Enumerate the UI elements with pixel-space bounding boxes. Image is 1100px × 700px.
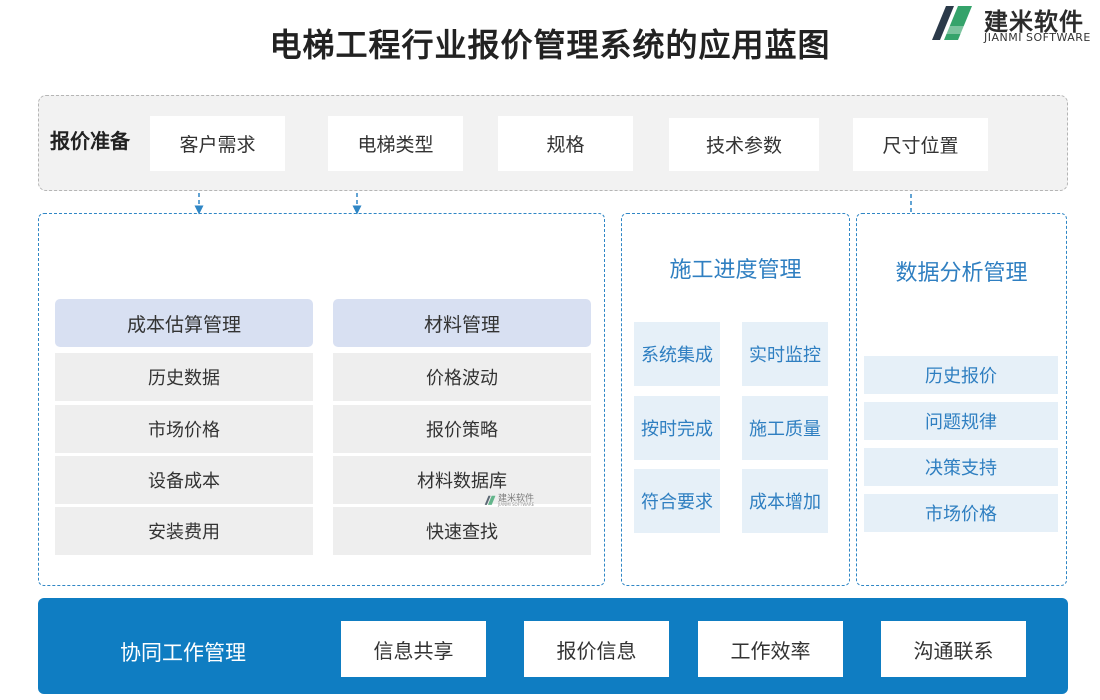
quote-prep-label: 报价准备 bbox=[50, 129, 130, 153]
analysis-item-decision-support: 决策支持 bbox=[864, 448, 1058, 486]
construction-title: 施工进度管理 bbox=[669, 258, 802, 283]
construction-item-system-integration: 系统集成 bbox=[634, 322, 720, 386]
cost-item-history: 历史数据 bbox=[55, 353, 313, 401]
prep-item-size-position: 尺寸位置 bbox=[853, 118, 988, 171]
collab-item-info-sharing: 信息共享 bbox=[341, 621, 486, 677]
construction-item-cost-increase: 成本增加 bbox=[742, 469, 828, 533]
collaboration-label: 协同工作管理 bbox=[120, 641, 246, 665]
brand-logo: 建米软件 JIANMI SOFTWARE bbox=[922, 0, 1100, 48]
material-item-quick-search: 快速查找 bbox=[333, 507, 591, 555]
construction-item-compliance: 符合要求 bbox=[634, 469, 720, 533]
prep-item-customer-needs: 客户需求 bbox=[150, 116, 285, 171]
material-management-header: 材料管理 bbox=[333, 299, 591, 347]
material-item-database: 材料数据库 bbox=[333, 456, 591, 504]
material-item-quote-strategy: 报价策略 bbox=[333, 405, 591, 453]
cost-item-installation: 安装费用 bbox=[55, 507, 313, 555]
analysis-item-problem-pattern: 问题规律 bbox=[864, 402, 1058, 440]
collab-item-communication: 沟通联系 bbox=[881, 621, 1026, 677]
prep-item-spec: 规格 bbox=[498, 116, 633, 171]
collab-item-quote-info: 报价信息 bbox=[524, 621, 669, 677]
logo-mark-icon bbox=[932, 6, 972, 40]
watermark-logo: 建米软件 JIANMI SOFTWARE bbox=[482, 491, 542, 511]
prep-item-elevator-type: 电梯类型 bbox=[328, 116, 463, 171]
construction-item-realtime-monitor: 实时监控 bbox=[742, 322, 828, 386]
watermark-mark-icon bbox=[484, 495, 496, 505]
material-item-price-fluctuation: 价格波动 bbox=[333, 353, 591, 401]
construction-item-on-time: 按时完成 bbox=[634, 396, 720, 460]
logo-name-en: JIANMI SOFTWARE bbox=[984, 31, 1091, 44]
construction-item-quality: 施工质量 bbox=[742, 396, 828, 460]
prep-item-tech-params: 技术参数 bbox=[669, 118, 819, 171]
data-analysis-title: 数据分析管理 bbox=[895, 261, 1028, 286]
analysis-item-history-quote: 历史报价 bbox=[864, 356, 1058, 394]
analysis-item-market-price: 市场价格 bbox=[864, 494, 1058, 532]
cost-item-equipment: 设备成本 bbox=[55, 456, 313, 504]
cost-estimation-header: 成本估算管理 bbox=[55, 299, 313, 347]
collab-item-work-efficiency: 工作效率 bbox=[698, 621, 843, 677]
watermark-name-en: JIANMI SOFTWARE bbox=[498, 502, 535, 507]
cost-item-market-price: 市场价格 bbox=[55, 405, 313, 453]
